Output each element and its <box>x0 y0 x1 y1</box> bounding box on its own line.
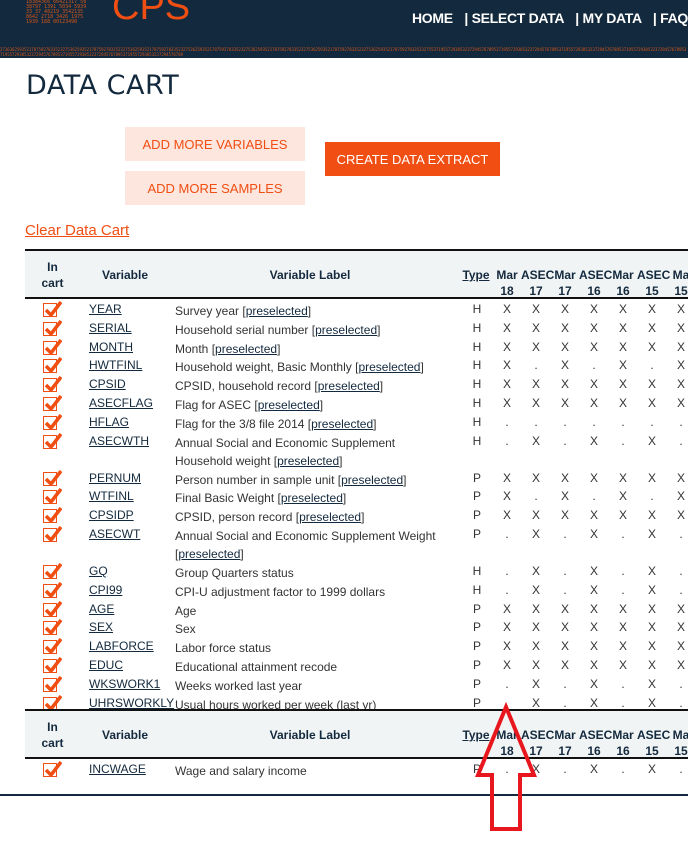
red-arrow-annotation <box>475 701 537 831</box>
